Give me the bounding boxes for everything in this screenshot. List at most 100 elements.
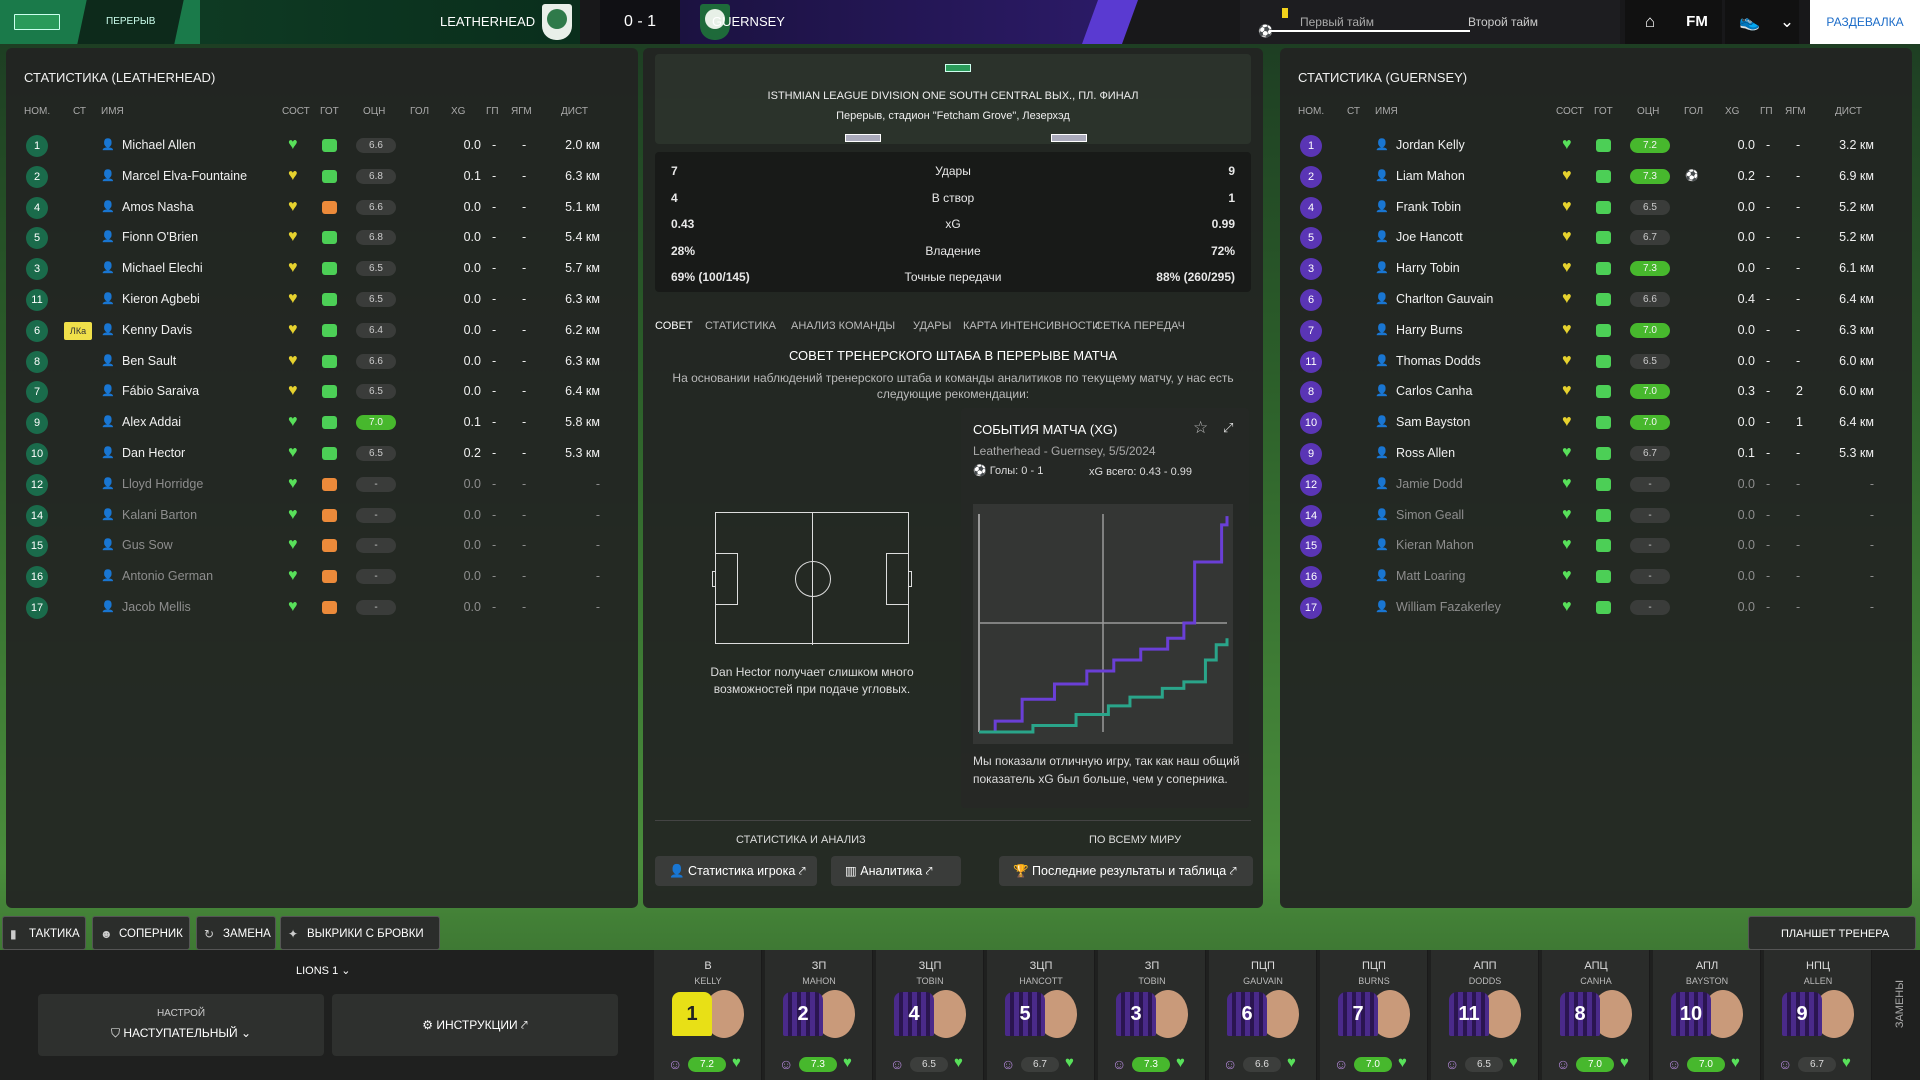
col-rating[interactable]: ОЦН [363,106,385,117]
table-row[interactable]: 1 👤 Jordan Kelly ♥ 7.2 0.0- -3.2 км [1280,130,1912,161]
lineup-player-card[interactable]: ЗП TOBIN 3 ☺ 7.3 ♥ [1098,950,1206,1080]
col-cond[interactable]: СОСТ [282,106,310,117]
player-name[interactable]: Kenny Davis [122,315,192,345]
chevron-down-icon[interactable]: ⌄ [1775,0,1799,44]
table-row[interactable]: 14 👤 Kalani Barton ♥ -0.0- - - [6,500,638,531]
player-name[interactable]: Michael Elechi [122,253,203,283]
table-row[interactable]: 11 👤 Kieron Agbebi ♥ 6.5 0.0- -6.3 км [6,284,638,315]
player-name[interactable]: Amos Nasha [122,192,194,222]
player-name[interactable]: Lloyd Horridge [122,469,203,499]
table-row[interactable]: 3 👤 Michael Elechi ♥ 6.5 0.0- -5.7 км [6,253,638,284]
player-name[interactable]: Joe Hancott [1396,222,1463,252]
player-name[interactable]: Marcel Elva-Fountaine [122,161,247,191]
tab-4[interactable]: КАРТА ИНТЕНСИВНОСТИ [963,320,1100,332]
player-name[interactable]: Antonio German [122,561,213,591]
col-xg[interactable]: XG [451,106,465,117]
lineup-player-card[interactable]: НПЦ ALLEN 9 ☺ 6.7 ♥ [1764,950,1872,1080]
table-row[interactable]: 8 👤 Ben Sault ♥ 6.6 0.0- -6.3 км [6,346,638,377]
player-name[interactable]: Carlos Canha [1396,376,1472,406]
col-xg[interactable]: XG [1725,106,1739,117]
col-ready[interactable]: ГОТ [320,106,339,117]
substitution-tab[interactable]: ЗАМЕНА [196,916,276,951]
lineup-player-card[interactable]: АПП DODDS 11 ☺ 6.5 ♥ [1431,950,1539,1080]
match-timeline[interactable]: ⚽ Первый тайм Второй тайм [1240,0,1620,44]
player-name[interactable]: Simon Geall [1396,500,1464,530]
table-row[interactable]: 16 👤 Matt Loaring ♥ -0.0- - - [1280,561,1912,592]
coach-board-button[interactable]: ПЛАНШЕТ ТРЕНЕРА [1748,916,1916,950]
competition-name[interactable]: ISTHMIAN LEAGUE DIVISION ONE SOUTH CENTR… [655,90,1251,102]
player-name[interactable]: Fionn O'Brien [122,222,198,252]
table-row[interactable]: 4 👤 Frank Tobin ♥ 6.5 0.0- -5.2 км [1280,192,1912,223]
lineup-player-card[interactable]: АПЦ CANHA 8 ☺ 7.0 ♥ [1542,950,1650,1080]
tab-3[interactable]: УДАРЫ [913,320,951,332]
player-name[interactable]: Sam Bayston [1396,407,1470,437]
col-ygm[interactable]: ЯГМ [1785,106,1806,117]
lineup-player-card[interactable]: ЗП MAHON 2 ☺ 7.3 ♥ [765,950,873,1080]
expand-icon[interactable]: ⤢ [1223,420,1233,436]
player-stats-button[interactable]: 👤 Статистика игрока ⤤ [655,856,817,886]
player-name[interactable]: Harry Burns [1396,315,1463,345]
tab-2[interactable]: АНАЛИЗ КОМАНДЫ [791,320,895,332]
col-dist[interactable]: ДИСТ [1835,106,1862,117]
lineup-player-card[interactable]: ПЦП BURNS 7 ☺ 7.0 ♥ [1320,950,1428,1080]
lineup-player-card[interactable]: ПЦП GAUVAIN 6 ☺ 6.6 ♥ [1209,950,1317,1080]
col-goals[interactable]: ГОЛ [410,106,429,117]
player-name[interactable]: Thomas Dodds [1396,346,1481,376]
lineup-player-card[interactable]: ЗЦП HANCOTT 5 ☺ 6.7 ♥ [987,950,1095,1080]
player-name[interactable]: Michael Allen [122,130,196,160]
col-st[interactable]: СТ [1347,106,1360,117]
analytics-button[interactable]: ▥ Аналитика ⤤ [831,856,961,886]
col-cond[interactable]: СОСТ [1556,106,1584,117]
col-name[interactable]: ИМЯ [101,106,124,117]
locker-room-button[interactable]: РАЗДЕВАЛКА [1810,0,1920,44]
player-name[interactable]: Jamie Dodd [1396,469,1463,499]
shouts-tab[interactable]: ВЫКРИКИ С БРОВКИ [280,916,440,951]
table-row[interactable]: 12 👤 Jamie Dodd ♥ -0.0- - - [1280,469,1912,500]
table-row[interactable]: 6 ЛКа 👤 Kenny Davis ♥ 6.4 0.0- -6.2 км [6,315,638,346]
away-team-name[interactable]: GUERNSEY [712,0,785,44]
table-row[interactable]: 5 👤 Joe Hancott ♥ 6.7 0.0- -5.2 км [1280,222,1912,253]
table-row[interactable]: 10 👤 Sam Bayston ♥ 7.0 0.0- 1 6.4 км [1280,407,1912,438]
table-row[interactable]: 16 👤 Antonio German ♥ -0.0- - - [6,561,638,592]
table-row[interactable]: 15 👤 Kieran Mahon ♥ -0.0- - - [1280,530,1912,561]
instructions-button[interactable]: ⚙ ИНСТРУКЦИИ ⤤ [332,994,618,1056]
tactics-tab[interactable]: ТАКТИКА [2,916,86,951]
player-name[interactable]: Ross Allen [1396,438,1455,468]
lineup-player-card[interactable]: АПЛ BAYSTON 10 ☺ 7.0 ♥ [1653,950,1761,1080]
boot-icon[interactable]: 👟 [1725,0,1775,44]
table-row[interactable]: 1 👤 Michael Allen ♥ 6.6 0.0- -2.0 км [6,130,638,161]
table-row[interactable]: 6 👤 Charlton Gauvain ♥ 6.6 0.4- -6.4 км [1280,284,1912,315]
lineup-player-card[interactable]: В KELLY 1 ☺ 7.2 ♥ [654,950,762,1080]
col-rating[interactable]: ОЦН [1637,106,1659,117]
player-name[interactable]: Kieron Agbebi [122,284,200,314]
player-name[interactable]: Kalani Barton [122,500,197,530]
player-name[interactable]: Frank Tobin [1396,192,1461,222]
tab-1[interactable]: СТАТИСТИКА [705,320,776,332]
col-num[interactable]: НОМ. [1298,106,1324,117]
player-name[interactable]: Jordan Kelly [1396,130,1465,160]
lions-selector[interactable]: LIONS 1 ⌄ [296,964,350,977]
col-dist[interactable]: ДИСТ [561,106,588,117]
player-name[interactable]: William Fazakerley [1396,592,1501,622]
table-row[interactable]: 17 👤 William Fazakerley ♥ -0.0- - - [1280,592,1912,623]
player-name[interactable]: Ben Sault [122,346,176,376]
player-name[interactable]: Liam Mahon [1396,161,1465,191]
table-row[interactable]: 10 👤 Dan Hector ♥ 6.5 0.2- -5.3 км [6,438,638,469]
table-row[interactable]: 11 👤 Thomas Dodds ♥ 6.5 0.0- -6.0 км [1280,346,1912,377]
player-name[interactable]: Charlton Gauvain [1396,284,1493,314]
player-name[interactable]: Alex Addai [122,407,181,437]
table-row[interactable]: 14 👤 Simon Geall ♥ -0.0- - - [1280,500,1912,531]
table-row[interactable]: 5 👤 Fionn O'Brien ♥ 6.8 0.0- -5.4 км [6,222,638,253]
player-name[interactable]: Harry Tobin [1396,253,1460,283]
col-goals[interactable]: ГОЛ [1684,106,1703,117]
results-table-button[interactable]: 🏆 Последние результаты и таблица ⤤ [999,856,1253,886]
player-name[interactable]: Dan Hector [122,438,185,468]
table-row[interactable]: 15 👤 Gus Sow ♥ -0.0- - - [6,530,638,561]
table-row[interactable]: 17 👤 Jacob Mellis ♥ -0.0- - - [6,592,638,623]
table-row[interactable]: 7 👤 Fábio Saraiva ♥ 6.5 0.0- -6.4 км [6,376,638,407]
table-row[interactable]: 9 👤 Alex Addai ♥ 7.0 0.1- -5.8 км [6,407,638,438]
table-row[interactable]: 4 👤 Amos Nasha ♥ 6.6 0.0- -5.1 км [6,192,638,223]
tab-0[interactable]: СОВЕТ [655,320,693,332]
mentality-selector[interactable]: НАСТРОЙ ⛉ НАСТУПАТЕЛЬНЫЙ ⌄ [38,994,324,1056]
table-row[interactable]: 2 👤 Liam Mahon ♥ 7.3 ⚽ 0.2- -6.9 км [1280,161,1912,192]
